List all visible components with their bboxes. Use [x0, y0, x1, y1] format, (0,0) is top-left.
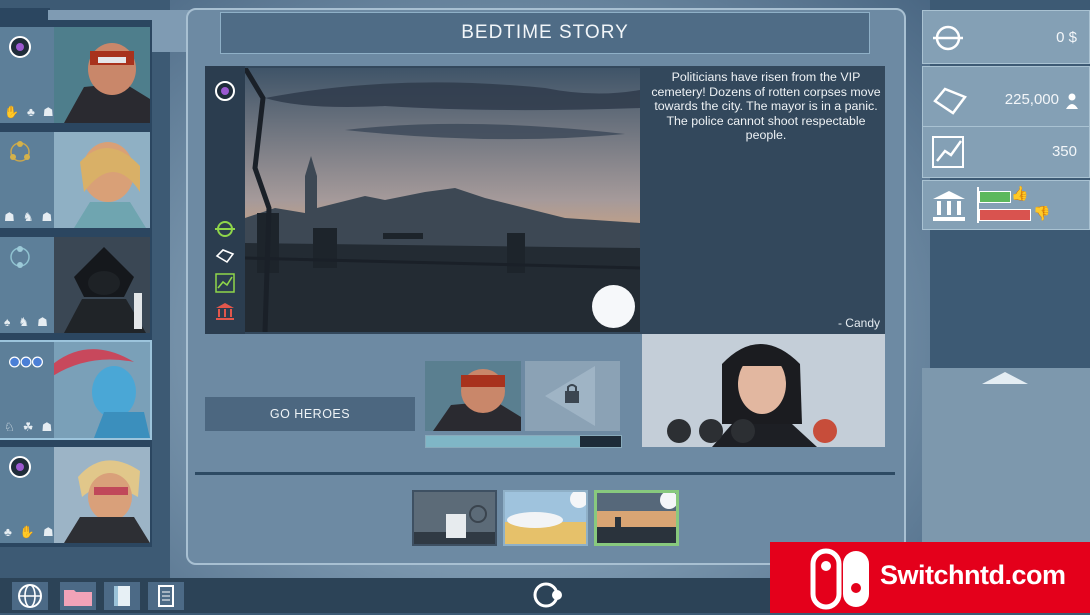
stat-icon: ☗ — [41, 210, 53, 224]
hero-card-4[interactable]: ♘ ☘ ☗ — [0, 340, 152, 440]
location-thumb-3[interactable] — [594, 490, 679, 546]
growth-icon — [215, 273, 235, 293]
story-text: Politicians have risen from the VIP ceme… — [651, 70, 881, 143]
stat-icon: ✋ — [4, 105, 19, 119]
stat-icon: ♘ — [4, 420, 15, 434]
hero-portrait — [54, 342, 150, 438]
watermark-text: Switchntd.com — [880, 560, 1066, 590]
location-thumb-2[interactable] — [503, 490, 588, 546]
person-icon — [1066, 93, 1078, 109]
tri-dot-icon — [10, 141, 30, 162]
stat-icon: ☗ — [41, 420, 53, 434]
folder-tab[interactable] — [60, 582, 96, 610]
hero-portrait — [54, 237, 150, 333]
location-thumb-1[interactable] — [412, 490, 497, 546]
blue-dot-icon — [9, 356, 43, 368]
thumbs-down-icon: 👎 — [1033, 205, 1051, 221]
hero-card-3[interactable]: ♠ ♞ ☗ — [0, 237, 150, 333]
stat-icon: ☗ — [37, 315, 48, 329]
growth-icon — [932, 136, 964, 168]
progress-fill — [426, 436, 581, 447]
globe-tab[interactable] — [12, 582, 48, 610]
stat-icon: ✋ — [19, 525, 35, 539]
mute-mic-icon[interactable] — [667, 419, 691, 443]
chevron-up-icon[interactable] — [982, 372, 1028, 384]
hero-portrait — [54, 447, 150, 543]
main-menu-icon[interactable] — [528, 580, 568, 610]
city-hall-icon — [933, 191, 965, 221]
growth-panel: 350 — [922, 126, 1090, 178]
side-panel — [922, 368, 1090, 543]
lock-icon — [545, 366, 595, 426]
hero-card-5[interactable]: ♣ ✋ ☗ — [0, 447, 150, 543]
population-value: 225,000 — [1004, 91, 1059, 108]
purple-ring-icon — [215, 81, 235, 101]
hero-card-2[interactable]: ☗ ♞ ☗ — [0, 132, 150, 228]
clipboard-icon — [158, 585, 174, 607]
hero-stats: ♣ ✋ ☗ — [4, 525, 54, 539]
event-side-icons — [205, 66, 245, 334]
go-heroes-button[interactable]: GO HEROES — [205, 397, 415, 431]
stat-icon: ♞ — [18, 315, 30, 329]
hero-stats: ☗ ♞ ☗ — [4, 210, 52, 224]
money-value: 0 $ — [1056, 29, 1077, 46]
stat-icon: ♠ — [4, 315, 11, 329]
hero-card-1[interactable]: ✋ ♣ ☗ — [0, 27, 150, 123]
hang-up-icon[interactable] — [813, 419, 837, 443]
hero-list: ✋ ♣ ☗ ☗ ♞ ☗ ♠ ♞ ☗ ♘ ☘ ☗ ♣ ✋ ☗ — [0, 20, 152, 547]
story-signature: - Candy — [837, 316, 880, 330]
stat-icon: ☗ — [42, 105, 54, 119]
stat-icon: ♣ — [26, 105, 35, 119]
approval-negative-bar — [979, 209, 1031, 221]
new-badge — [660, 493, 676, 509]
money-icon — [215, 221, 235, 237]
mission-progress-bar — [425, 435, 622, 448]
team-slot-1[interactable] — [425, 361, 521, 431]
stat-icon: ☗ — [42, 525, 54, 539]
stat-icon: ♞ — [22, 210, 34, 224]
hero-stats: ♘ ☘ ☗ — [4, 420, 52, 434]
thumbs-up-icon: 👍 — [1011, 185, 1029, 201]
hero-portrait — [425, 361, 521, 431]
growth-value: 350 — [1051, 143, 1077, 160]
clipboard-tab[interactable] — [148, 582, 184, 610]
switch-logo-icon — [810, 548, 869, 610]
stat-icon: ♣ — [4, 525, 12, 539]
stat-icon: ☗ — [4, 210, 15, 224]
hero-portrait — [54, 132, 150, 228]
purple-ring-icon — [9, 456, 31, 478]
interior-location-image — [414, 492, 495, 544]
camera-off-icon[interactable] — [731, 419, 755, 443]
hero-portrait — [54, 27, 150, 123]
reputation-icon — [215, 249, 235, 264]
hero-stats: ✋ ♣ ☗ — [4, 105, 54, 119]
approval-panel: 👍 👎 — [922, 180, 1090, 230]
reputation-icon — [933, 87, 967, 115]
stat-icon: ☘ — [22, 420, 34, 434]
caller-video — [642, 334, 885, 447]
dual-dot-icon — [10, 246, 30, 268]
money-panel: 0 $ — [922, 10, 1090, 64]
population-panel: 225,000 — [922, 66, 1090, 132]
cemetery-scene-image — [245, 68, 640, 332]
event-marker[interactable] — [592, 285, 635, 328]
folder-icon — [64, 590, 92, 606]
page-title: BEDTIME STORY — [461, 22, 629, 43]
mute-speaker-icon[interactable] — [699, 419, 723, 443]
hero-stats: ♠ ♞ ☗ — [4, 315, 48, 329]
globe-icon — [18, 584, 42, 608]
team-slot-2[interactable] — [525, 361, 620, 431]
city-hall-icon — [216, 303, 234, 320]
divider — [195, 472, 895, 475]
book-tab[interactable] — [104, 582, 140, 610]
money-icon — [933, 25, 963, 51]
approval-positive-bar — [979, 191, 1011, 203]
book-icon — [114, 586, 130, 606]
purple-ring-icon — [9, 36, 31, 58]
new-badge — [570, 492, 586, 508]
